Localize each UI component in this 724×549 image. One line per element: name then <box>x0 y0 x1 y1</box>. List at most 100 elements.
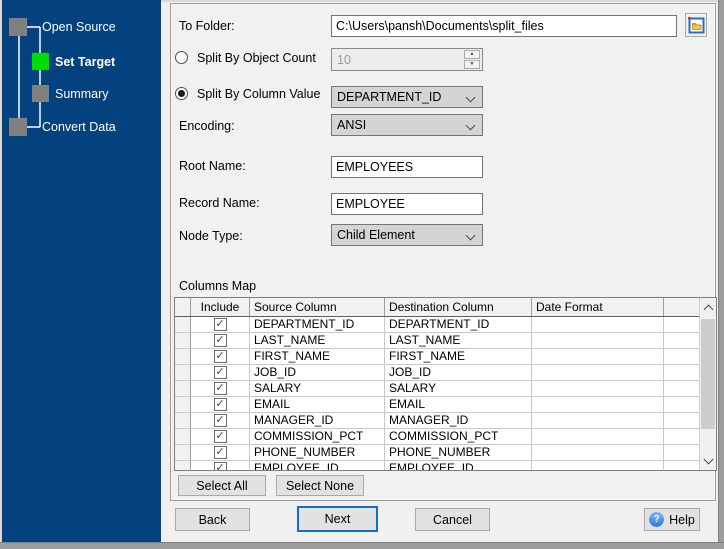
split-column-dropdown[interactable]: DEPARTMENT_ID <box>331 86 483 108</box>
include-checkbox[interactable]: ✓ <box>213 462 227 470</box>
destination-column-cell[interactable]: MANAGER_ID <box>385 413 532 428</box>
table-row: ✓ FIRST_NAME FIRST_NAME <box>175 349 699 365</box>
columns-map-table: Include Source Column Destination Column… <box>174 297 717 471</box>
include-header: Include <box>191 298 250 316</box>
split-by-column-value-radio[interactable] <box>175 87 188 100</box>
destination-column-cell[interactable]: EMAIL <box>385 397 532 412</box>
date-format-cell[interactable] <box>532 397 664 412</box>
source-column-cell[interactable]: JOB_ID <box>250 365 385 380</box>
vertical-scrollbar[interactable] <box>699 298 716 470</box>
row-selector-cell[interactable] <box>175 317 191 332</box>
include-cell[interactable]: ✓ <box>191 381 250 396</box>
destination-column-cell[interactable]: PHONE_NUMBER <box>385 445 532 460</box>
split-by-column-value-label[interactable]: Split By Column Value <box>197 87 320 101</box>
date-format-cell[interactable] <box>532 333 664 348</box>
include-checkbox[interactable]: ✓ <box>213 334 227 347</box>
include-checkbox[interactable]: ✓ <box>213 398 227 411</box>
include-cell[interactable]: ✓ <box>191 445 250 460</box>
row-selector-cell[interactable] <box>175 365 191 380</box>
destination-column-cell[interactable]: COMMISSION_PCT <box>385 429 532 444</box>
steps-sidebar: Open Source Set Target Summary Convert D… <box>2 0 161 542</box>
wizard-window: Open Source Set Target Summary Convert D… <box>0 0 724 549</box>
row-filler <box>664 461 699 470</box>
select-none-button[interactable]: Select None <box>276 475 364 496</box>
destination-column-cell[interactable]: FIRST_NAME <box>385 349 532 364</box>
include-checkbox[interactable]: ✓ <box>213 446 227 459</box>
chevron-up-icon <box>703 304 713 314</box>
chevron-down-icon <box>465 230 476 241</box>
destination-column-cell[interactable]: LAST_NAME <box>385 333 532 348</box>
row-selector-cell[interactable] <box>175 381 191 396</box>
record-name-input[interactable] <box>331 193 483 215</box>
source-column-cell[interactable]: MANAGER_ID <box>250 413 385 428</box>
encoding-dropdown[interactable]: ANSI <box>331 114 483 136</box>
date-format-cell[interactable] <box>532 429 664 444</box>
sidebar-item-summary: Summary <box>55 87 109 101</box>
row-selector-cell[interactable] <box>175 397 191 412</box>
source-column-cell[interactable]: EMAIL <box>250 397 385 412</box>
destination-column-cell[interactable]: EMPLOYEE_ID <box>385 461 532 470</box>
help-button-label: Help <box>669 512 695 527</box>
include-cell[interactable]: ✓ <box>191 365 250 380</box>
columns-map-grid: Include Source Column Destination Column… <box>175 298 699 470</box>
next-button[interactable]: Next <box>297 506 378 532</box>
source-column-cell[interactable]: FIRST_NAME <box>250 349 385 364</box>
row-selector-cell[interactable] <box>175 349 191 364</box>
include-checkbox[interactable]: ✓ <box>213 350 227 363</box>
source-column-cell[interactable]: COMMISSION_PCT <box>250 429 385 444</box>
include-cell[interactable]: ✓ <box>191 317 250 332</box>
to-folder-input[interactable] <box>331 15 677 37</box>
step-square-set-target <box>32 53 49 70</box>
split-by-object-count-label[interactable]: Split By Object Count <box>197 51 316 65</box>
row-selector-cell[interactable] <box>175 461 191 470</box>
date-format-cell[interactable] <box>532 461 664 470</box>
row-selector-cell[interactable] <box>175 429 191 444</box>
row-selector-header <box>175 298 191 316</box>
row-selector-cell[interactable] <box>175 333 191 348</box>
include-checkbox[interactable]: ✓ <box>213 382 227 395</box>
destination-column-cell[interactable]: JOB_ID <box>385 365 532 380</box>
root-name-input[interactable] <box>331 156 483 178</box>
select-all-button[interactable]: Select All <box>178 475 266 496</box>
back-button[interactable]: Back <box>175 508 250 531</box>
browse-folder-button[interactable] <box>685 13 707 37</box>
include-cell[interactable]: ✓ <box>191 429 250 444</box>
chevron-down-icon <box>465 120 476 131</box>
date-format-cell[interactable] <box>532 365 664 380</box>
date-format-cell[interactable] <box>532 413 664 428</box>
row-selector-cell[interactable] <box>175 413 191 428</box>
date-format-cell[interactable] <box>532 445 664 460</box>
source-column-cell[interactable]: PHONE_NUMBER <box>250 445 385 460</box>
scroll-up-button[interactable] <box>700 299 716 316</box>
include-cell[interactable]: ✓ <box>191 461 250 470</box>
set-target-panel: To Folder: Split By Object Count 10 ▲ ▼ … <box>170 3 717 501</box>
split-by-object-count-radio[interactable] <box>175 51 188 64</box>
include-cell[interactable]: ✓ <box>191 349 250 364</box>
scrollbar-thumb[interactable] <box>701 319 715 429</box>
record-name-label: Record Name: <box>179 196 260 210</box>
destination-column-cell[interactable]: DEPARTMENT_ID <box>385 317 532 332</box>
date-format-cell[interactable] <box>532 381 664 396</box>
include-cell[interactable]: ✓ <box>191 333 250 348</box>
date-format-cell[interactable] <box>532 349 664 364</box>
source-column-cell[interactable]: LAST_NAME <box>250 333 385 348</box>
scroll-down-button[interactable] <box>700 452 716 469</box>
source-column-cell[interactable]: DEPARTMENT_ID <box>250 317 385 332</box>
node-type-dropdown[interactable]: Child Element <box>331 224 483 246</box>
include-checkbox[interactable]: ✓ <box>213 430 227 443</box>
destination-column-cell[interactable]: SALARY <box>385 381 532 396</box>
table-row: ✓ DEPARTMENT_ID DEPARTMENT_ID <box>175 317 699 333</box>
include-cell[interactable]: ✓ <box>191 397 250 412</box>
date-format-cell[interactable] <box>532 317 664 332</box>
include-cell[interactable]: ✓ <box>191 413 250 428</box>
include-checkbox[interactable]: ✓ <box>213 318 227 331</box>
help-button[interactable]: ? Help <box>644 508 700 531</box>
source-column-cell[interactable]: SALARY <box>250 381 385 396</box>
include-checkbox[interactable]: ✓ <box>213 414 227 427</box>
row-selector-cell[interactable] <box>175 445 191 460</box>
cancel-button[interactable]: Cancel <box>415 508 490 531</box>
window-border-right <box>718 0 724 549</box>
source-column-cell[interactable]: EMPLOYEE_ID <box>250 461 385 470</box>
date-format-header: Date Format <box>532 298 664 316</box>
include-checkbox[interactable]: ✓ <box>213 366 227 379</box>
